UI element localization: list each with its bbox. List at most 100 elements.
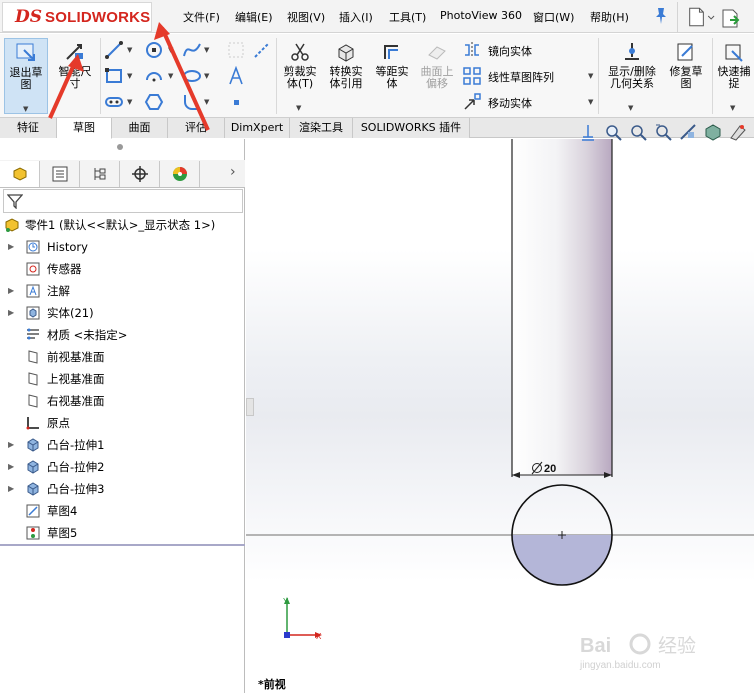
tree-item-sensors[interactable]: 传感器 xyxy=(0,259,245,279)
tree-item-sketch4[interactable]: 草图4 xyxy=(0,501,245,521)
pin-icon[interactable] xyxy=(653,6,669,26)
chevron-down-icon[interactable]: ▼ xyxy=(127,72,132,80)
centerline-icon[interactable] xyxy=(252,40,272,60)
open-document-icon[interactable] xyxy=(719,2,754,32)
menu-photoview[interactable]: PhotoView 360 xyxy=(440,9,522,22)
expand-arrow-icon[interactable]: ▶ xyxy=(8,237,14,257)
tree-item-label: 传感器 xyxy=(47,262,82,276)
expand-arrow-icon[interactable]: ▶ xyxy=(8,479,14,499)
convert-entities-button[interactable]: 转换实 体引用 xyxy=(323,38,369,114)
tree-item-history[interactable]: ▶ History xyxy=(0,237,245,257)
tab-evaluate[interactable]: 评估 xyxy=(168,118,225,138)
zoom-area-icon[interactable] xyxy=(628,122,648,142)
filter-bar[interactable] xyxy=(3,189,243,213)
section-view-icon[interactable] xyxy=(678,122,698,142)
mirror-icon[interactable] xyxy=(462,40,482,60)
linear-pattern-icon[interactable] xyxy=(462,66,482,86)
tree-item-right-plane[interactable]: 右视基准面 xyxy=(0,391,245,411)
tab-solidworks-addins[interactable]: SOLIDWORKS 插件 xyxy=(353,118,470,138)
arc-icon[interactable] xyxy=(144,66,164,86)
trim-entities-button[interactable]: 剪裁实 体(T) ▼ xyxy=(278,38,322,114)
tab-feature-manager[interactable] xyxy=(0,161,40,187)
tab-dimxpert-manager[interactable] xyxy=(120,161,160,187)
tab-sketch[interactable]: 草图 xyxy=(57,118,112,139)
panel-resize-handle[interactable] xyxy=(117,144,123,150)
rollback-bar[interactable] xyxy=(0,544,245,546)
move-entities-label[interactable]: 移动实体 xyxy=(488,95,532,111)
tree-item-annotations[interactable]: ▶ 注解 xyxy=(0,281,245,301)
tree-item-material[interactable]: 材质 <未指定> xyxy=(0,325,245,345)
menu-file[interactable]: 文件(F) xyxy=(183,9,220,25)
chevron-down-icon[interactable]: ▼ xyxy=(204,46,209,54)
menu-insert[interactable]: 插入(I) xyxy=(339,9,373,25)
tab-features[interactable]: 特征 xyxy=(0,118,57,138)
chevron-down-icon[interactable]: ▼ xyxy=(127,98,132,106)
chevron-down-icon[interactable]: ▼ xyxy=(168,46,173,54)
smart-dimension-button[interactable]: 智能尺 寸 xyxy=(52,38,98,114)
chevron-down-icon[interactable]: ▼ xyxy=(127,46,132,54)
display-style-icon[interactable] xyxy=(703,122,723,142)
solidworks-logo[interactable]: DS SOLIDWORKS xyxy=(2,2,152,32)
tab-configuration-manager[interactable] xyxy=(80,161,120,187)
tree-root-part[interactable]: 零件1 (默认<<默认>_显示状态 1>) xyxy=(0,215,245,235)
chevron-right-icon[interactable]: › xyxy=(230,164,236,180)
sketch-fillet-icon xyxy=(228,42,244,58)
spline-icon[interactable] xyxy=(182,40,202,60)
expand-arrow-icon[interactable]: ▶ xyxy=(8,281,14,301)
menu-edit[interactable]: 编辑(E) xyxy=(235,9,273,25)
text-icon[interactable] xyxy=(226,66,246,86)
point-icon[interactable] xyxy=(226,92,246,112)
tab-display-manager[interactable] xyxy=(160,161,200,187)
tab-surfaces[interactable]: 曲面 xyxy=(112,118,168,138)
chevron-down-icon[interactable]: ▼ xyxy=(168,72,173,80)
zoom-to-fit-icon[interactable] xyxy=(603,122,623,142)
line-icon[interactable] xyxy=(104,40,124,60)
filter-icon[interactable] xyxy=(7,193,23,209)
ellipse-icon[interactable] xyxy=(182,66,202,86)
exit-sketch-button[interactable]: 退出草 图 ▼ xyxy=(4,38,48,114)
tab-render-tools[interactable]: 渲染工具 xyxy=(290,118,353,138)
new-document-icon[interactable] xyxy=(677,2,717,32)
circle-icon[interactable] xyxy=(144,40,164,60)
expand-arrow-icon[interactable]: ▶ xyxy=(8,435,14,455)
hide-show-items-icon[interactable] xyxy=(728,122,748,142)
slot-icon[interactable] xyxy=(104,92,124,112)
dimension-value[interactable]: 20 xyxy=(544,463,556,475)
tree-item-solid-bodies[interactable]: ▶ 实体(21) xyxy=(0,303,245,323)
display-delete-relations-button[interactable]: 显示/删除 几何关系 ▼ xyxy=(602,38,662,114)
graphics-area[interactable]: 20 Y X xyxy=(246,139,754,693)
tab-property-manager[interactable] xyxy=(40,161,80,187)
tree-item-origin[interactable]: 原点 xyxy=(0,413,245,433)
menu-help[interactable]: 帮助(H) xyxy=(590,9,629,25)
chevron-down-icon[interactable]: ▼ xyxy=(588,72,593,80)
rectangle-icon[interactable] xyxy=(104,66,124,86)
sketch-region[interactable] xyxy=(512,535,612,585)
tree-item-boss-extrude3[interactable]: ▶ 凸台-拉伸3 xyxy=(0,479,245,499)
mirror-entities-label[interactable]: 镜向实体 xyxy=(488,43,532,59)
chevron-down-icon[interactable]: ▼ xyxy=(204,72,209,80)
menu-window[interactable]: 窗口(W) xyxy=(533,9,574,25)
tab-dimxpert[interactable]: DimXpert xyxy=(225,118,290,138)
expand-arrow-icon[interactable]: ▶ xyxy=(8,457,14,477)
quick-snaps-icon xyxy=(725,44,743,62)
linear-pattern-label[interactable]: 线性草图阵列 xyxy=(488,69,554,85)
tree-item-front-plane[interactable]: 前视基准面 xyxy=(0,347,245,367)
polygon-icon[interactable] xyxy=(144,92,164,112)
view-orientation-icon[interactable] xyxy=(578,122,598,142)
expand-arrow-icon[interactable]: ▶ xyxy=(8,303,14,323)
tree-item-top-plane[interactable]: 上视基准面 xyxy=(0,369,245,389)
offset-entities-button[interactable]: 等距实 体 xyxy=(370,38,414,114)
panel-collapse-handle[interactable] xyxy=(246,398,254,416)
chevron-down-icon[interactable]: ▼ xyxy=(588,98,593,106)
menu-tools[interactable]: 工具(T) xyxy=(389,9,426,25)
previous-view-icon[interactable] xyxy=(653,122,673,142)
quick-snaps-button[interactable]: 快速捕 捉 ▼ xyxy=(714,38,754,114)
tree-item-boss-extrude1[interactable]: ▶ 凸台-拉伸1 xyxy=(0,435,245,455)
move-entities-icon[interactable] xyxy=(462,92,482,112)
menu-view[interactable]: 视图(V) xyxy=(287,9,325,25)
repair-sketch-button[interactable]: 修复草 图 xyxy=(664,38,708,114)
fillet-icon[interactable] xyxy=(182,92,202,112)
tree-item-boss-extrude2[interactable]: ▶ 凸台-拉伸2 xyxy=(0,457,245,477)
chevron-down-icon[interactable]: ▼ xyxy=(204,98,209,106)
tree-item-sketch5[interactable]: 草图5 xyxy=(0,523,245,543)
